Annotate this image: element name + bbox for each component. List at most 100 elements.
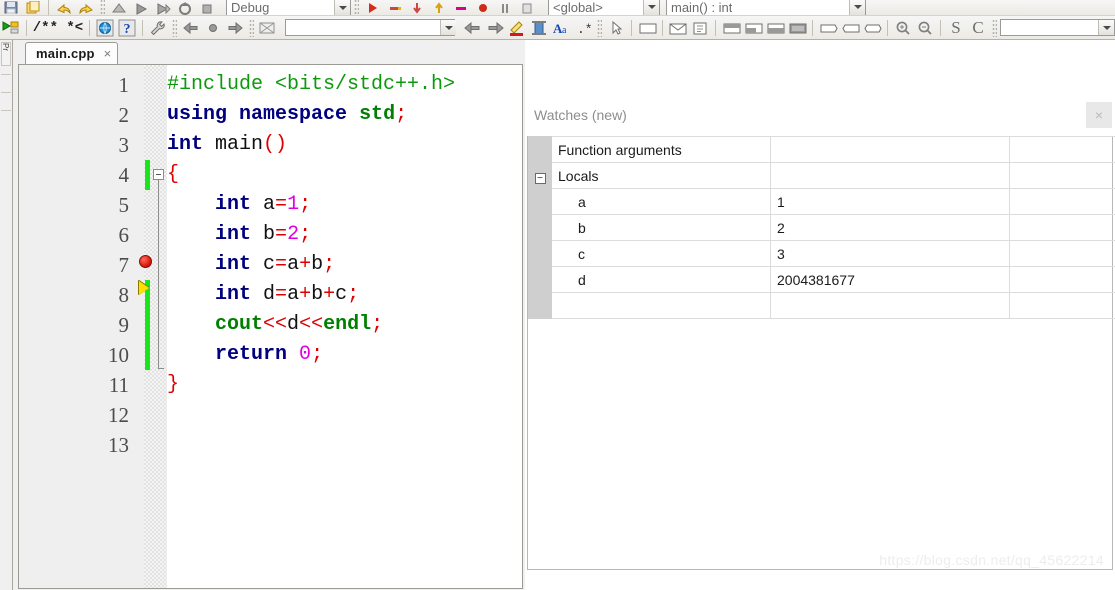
highlight-icon[interactable] — [507, 19, 527, 37]
watch-extra-cell[interactable] — [1009, 266, 1115, 293]
chevron-down-icon[interactable] — [1098, 20, 1114, 35]
debug-stop-icon[interactable] — [473, 0, 493, 15]
debug-next-line-icon[interactable] — [385, 0, 405, 15]
search-combo[interactable] — [285, 19, 456, 36]
toolbar-grip[interactable] — [992, 18, 997, 37]
code-line[interactable]: 9 cout<<d<<endl; — [19, 310, 522, 340]
debug-step-out-icon[interactable] — [429, 0, 449, 15]
watch-value-cell[interactable] — [770, 136, 1010, 163]
zoom-out-icon[interactable] — [915, 19, 935, 37]
management-panel-tab[interactable]: Pr — [1, 42, 11, 66]
watch-row-handle[interactable] — [528, 292, 552, 319]
envelope-icon[interactable] — [668, 19, 688, 37]
spell-language-combo[interactable] — [1000, 19, 1115, 36]
toolbar-grip[interactable] — [354, 0, 359, 15]
code-line-text[interactable]: using namespace std; — [167, 100, 407, 130]
watch-extra-cell[interactable] — [1009, 240, 1115, 267]
watch-row[interactable]: − Locals — [528, 162, 1115, 189]
code-line-text[interactable]: { — [167, 160, 179, 190]
watch-value-cell[interactable] — [770, 162, 1010, 189]
watch-row-handle[interactable]: − — [528, 162, 552, 189]
chevron-down-icon[interactable] — [334, 0, 350, 15]
collapse-toggle-icon[interactable]: − — [534, 172, 546, 184]
watch-row-handle[interactable] — [528, 188, 552, 215]
copy-icon[interactable] — [23, 0, 43, 15]
watch-row[interactable]: c3 — [528, 240, 1115, 267]
code-line[interactable]: 1 #include <bits/stdc++.h> — [19, 70, 522, 100]
watch-value-cell[interactable]: 2004381677 — [770, 266, 1010, 293]
close-icon[interactable]: × — [1086, 102, 1112, 128]
pointer-icon[interactable] — [606, 19, 626, 37]
watch-name-cell[interactable]: d — [551, 266, 771, 293]
watch-row[interactable]: a1 — [528, 188, 1115, 215]
save-icon[interactable] — [1, 0, 21, 15]
code-editor[interactable]: 1 #include <bits/stdc++.h> 2 using namespac… — [18, 64, 523, 589]
code-line-text[interactable]: int a=1; — [167, 190, 311, 220]
watch-value-cell[interactable]: 3 — [770, 240, 1010, 267]
watch-extra-cell[interactable] — [1009, 214, 1115, 241]
panel-full-icon[interactable] — [787, 19, 807, 37]
close-icon[interactable]: × — [104, 47, 112, 60]
next-icon[interactable] — [485, 19, 505, 37]
index-icon[interactable] — [690, 19, 710, 37]
build-icon[interactable] — [109, 0, 129, 15]
watch-value-cell[interactable]: 1 — [770, 188, 1010, 215]
watch-row-handle[interactable] — [528, 214, 552, 241]
scope-combo[interactable]: <global> — [548, 0, 660, 15]
code-line[interactable]: 13 — [19, 430, 522, 460]
zoom-in-icon[interactable] — [893, 19, 913, 37]
watch-row[interactable]: Function arguments — [528, 136, 1115, 163]
code-line-text[interactable]: return 0; — [167, 340, 323, 370]
watch-name-cell[interactable]: b — [551, 214, 771, 241]
doc-block-icon[interactable]: /** *< — [32, 19, 84, 37]
watch-extra-cell[interactable] — [1009, 162, 1115, 189]
font-icon[interactable]: Aa — [551, 19, 571, 37]
watch-value-cell[interactable]: 2 — [770, 214, 1010, 241]
spell-c-icon[interactable]: C — [968, 18, 988, 37]
nav-back-icon[interactable] — [181, 19, 201, 37]
chevron-down-icon[interactable] — [643, 0, 659, 15]
undo-icon[interactable] — [54, 0, 74, 15]
code-line-text[interactable]: int d=a+b+c; — [167, 280, 359, 310]
code-line[interactable]: 10 return 0; — [19, 340, 522, 370]
code-line[interactable]: 11} — [19, 370, 522, 400]
watch-row-handle[interactable] — [528, 266, 552, 293]
watch-value-cell[interactable] — [770, 292, 1010, 319]
regex-icon[interactable]: .* — [573, 19, 593, 37]
watch-extra-cell[interactable] — [1009, 188, 1115, 215]
frame-icon[interactable] — [637, 19, 657, 37]
build-and-run-icon[interactable] — [153, 0, 173, 15]
search-input[interactable] — [290, 20, 440, 35]
help-icon[interactable]: ? — [117, 19, 137, 37]
debugger-breakpoint-icon[interactable] — [258, 19, 278, 37]
watch-name-cell[interactable]: Function arguments — [551, 136, 771, 163]
toolbar-grip[interactable] — [172, 18, 177, 37]
debug-next-instruction-icon[interactable] — [451, 0, 471, 15]
watch-extra-cell[interactable] — [1009, 136, 1115, 163]
panel-right-icon[interactable] — [765, 19, 785, 37]
code-line-text[interactable]: int main() — [167, 130, 287, 160]
box-right-icon[interactable] — [818, 19, 838, 37]
nav-mark-icon[interactable] — [203, 19, 223, 37]
chevron-down-icon[interactable] — [849, 0, 865, 15]
watch-row-handle[interactable] — [528, 240, 552, 267]
debug-step-into-icon[interactable] — [407, 0, 427, 15]
symbol-combo[interactable]: main() : int — [666, 0, 866, 15]
run-icon[interactable] — [131, 0, 151, 15]
abort-icon[interactable] — [197, 0, 217, 15]
debug-info-icon[interactable] — [517, 0, 537, 15]
redo-icon[interactable] — [76, 0, 96, 15]
chevron-down-icon[interactable] — [440, 20, 456, 35]
code-line[interactable]: 7 int c=a+b; — [19, 250, 522, 280]
column-icon[interactable] — [529, 19, 549, 37]
code-line[interactable]: 3 int main() — [19, 130, 522, 160]
build-target-combo[interactable]: Debug — [226, 0, 351, 15]
rebuild-icon[interactable] — [175, 0, 195, 15]
debug-run-icon[interactable] — [1, 19, 21, 37]
left-dock-strip[interactable]: Pr — [0, 40, 13, 590]
code-line[interactable]: 12 — [19, 400, 522, 430]
code-line-text[interactable]: } — [167, 370, 179, 400]
debug-continue-icon[interactable] — [363, 0, 383, 15]
code-line[interactable]: 2 using namespace std; — [19, 100, 522, 130]
watches-table-container[interactable]: Function arguments − Locals a 1 b 2 c 3 d 20043816… — [527, 136, 1115, 570]
